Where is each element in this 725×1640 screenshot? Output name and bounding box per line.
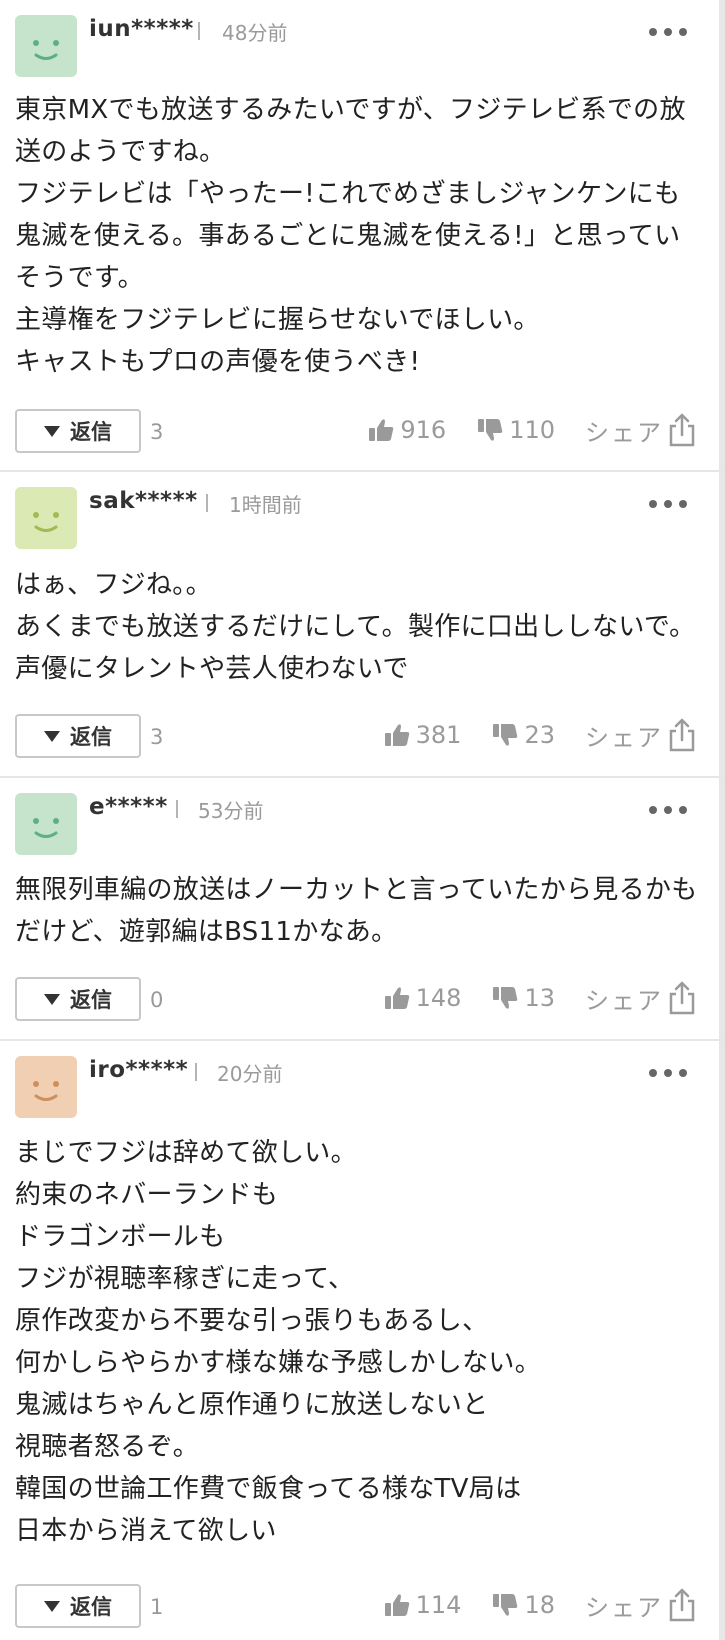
- reply-count: 1: [150, 1595, 164, 1619]
- thumbs-up-icon: [384, 1594, 409, 1616]
- triangle-down-icon: [44, 425, 60, 437]
- thumbs-down-icon: [493, 1594, 518, 1616]
- meta-separator: [195, 1063, 197, 1081]
- thumbs-up-icon: [369, 419, 394, 441]
- share-upload-icon: [669, 413, 695, 447]
- avatar[interactable]: [15, 15, 77, 77]
- like-count: 114: [415, 1591, 462, 1619]
- timestamp: 48分前: [222, 21, 288, 45]
- dislike-count: 23: [524, 721, 555, 749]
- avatar[interactable]: [15, 1056, 77, 1118]
- username[interactable]: iro*****: [89, 1057, 188, 1083]
- like-count: 916: [400, 416, 447, 444]
- more-horizontal-icon[interactable]: [649, 500, 687, 508]
- reply-button[interactable]: 返信: [15, 1584, 141, 1628]
- share-label: シェア: [585, 986, 663, 1015]
- comment-actions: 148 13 シェア: [383, 976, 697, 1020]
- reply-label: 返信: [70, 1595, 112, 1619]
- timestamp: 20分前: [217, 1062, 283, 1086]
- comment-actions: 114 18 シェア: [383, 1583, 697, 1627]
- dislike-button[interactable]: 18: [491, 1591, 555, 1619]
- more-horizontal-icon[interactable]: [649, 1069, 687, 1077]
- reply-count: 0: [150, 988, 164, 1012]
- share-button[interactable]: シェア: [585, 1587, 697, 1623]
- dislike-button[interactable]: 23: [491, 721, 555, 749]
- username[interactable]: iun*****: [89, 16, 194, 42]
- comment-card: iun***** 48分前 東京MXでも放送するみたいですが、フジテレビ系での放…: [0, 0, 725, 472]
- smiley-avatar-icon: [15, 15, 77, 77]
- reply-count: 3: [150, 725, 164, 749]
- comment-card: sak***** 1時間前 はぁ、フジね。。 あくまでも放送するだけにして。製作…: [0, 472, 725, 778]
- thumbs-down-icon: [493, 724, 518, 746]
- triangle-down-icon: [44, 730, 60, 742]
- reply-label: 返信: [70, 988, 112, 1012]
- reply-count: 3: [150, 420, 164, 444]
- meta-separator: [176, 800, 178, 818]
- share-upload-icon: [669, 718, 695, 752]
- share-upload-icon: [669, 981, 695, 1015]
- timestamp: 1時間前: [229, 493, 302, 517]
- thumbs-down-icon: [478, 419, 503, 441]
- comment-card: iro***** 20分前 まじでフジは辞めて欲しい。 約束のネバーランドも ド…: [0, 1041, 725, 1640]
- username[interactable]: sak*****: [89, 488, 198, 514]
- avatar[interactable]: [15, 793, 77, 855]
- reply-label: 返信: [70, 420, 112, 444]
- avatar[interactable]: [15, 487, 77, 549]
- triangle-down-icon: [44, 993, 60, 1005]
- more-horizontal-icon[interactable]: [649, 806, 687, 814]
- like-count: 381: [415, 721, 462, 749]
- dislike-count: 13: [524, 984, 555, 1012]
- smiley-avatar-icon: [15, 793, 77, 855]
- meta-separator: [198, 22, 200, 40]
- reply-button[interactable]: 返信: [15, 714, 141, 758]
- like-button[interactable]: 916: [367, 416, 446, 444]
- meta-separator: [206, 494, 208, 512]
- share-button[interactable]: シェア: [585, 412, 697, 448]
- comment-actions: 916 110 シェア: [367, 408, 697, 452]
- thumbs-down-icon: [493, 987, 518, 1009]
- share-label: シェア: [585, 1593, 663, 1622]
- comment-actions: 381 23 シェア: [383, 713, 697, 757]
- comment-text: 無限列車編の放送はノーカットと言っていたから見るかもだけど、遊郭編はBS11かな…: [15, 875, 698, 947]
- like-button[interactable]: 148: [383, 984, 462, 1012]
- like-button[interactable]: 114: [383, 1591, 462, 1619]
- share-button[interactable]: シェア: [585, 980, 697, 1016]
- timestamp: 53分前: [198, 799, 264, 823]
- comment-text: 東京MXでも放送するみたいですが、フジテレビ系での放送のようですね。 フジテレビ…: [15, 95, 686, 377]
- thumbs-up-icon: [384, 987, 409, 1009]
- smiley-avatar-icon: [15, 1056, 77, 1118]
- like-count: 148: [415, 984, 462, 1012]
- more-horizontal-icon[interactable]: [649, 28, 687, 36]
- username[interactable]: e*****: [89, 794, 168, 820]
- reply-button[interactable]: 返信: [15, 409, 141, 453]
- triangle-down-icon: [44, 1600, 60, 1612]
- reply-button[interactable]: 返信: [15, 977, 141, 1021]
- comment-text: まじでフジは辞めて欲しい。 約束のネバーランドも ドラゴンボールも フジが視聴率…: [15, 1138, 542, 1546]
- dislike-button[interactable]: 110: [476, 416, 555, 444]
- dislike-count: 18: [524, 1591, 555, 1619]
- comment-text: はぁ、フジね。。 あくまでも放送するだけにして。製作に口出ししないで。声優にタレ…: [15, 570, 696, 684]
- smiley-avatar-icon: [15, 487, 77, 549]
- dislike-count: 110: [509, 416, 555, 444]
- share-label: シェア: [585, 723, 663, 752]
- thumbs-up-icon: [384, 724, 409, 746]
- share-upload-icon: [669, 1588, 695, 1622]
- dislike-button[interactable]: 13: [491, 984, 555, 1012]
- share-label: シェア: [585, 418, 663, 447]
- share-button[interactable]: シェア: [585, 717, 697, 753]
- like-button[interactable]: 381: [383, 721, 462, 749]
- comment-card: e***** 53分前 無限列車編の放送はノーカットと言っていたから見るかもだけ…: [0, 778, 725, 1041]
- reply-label: 返信: [70, 725, 112, 749]
